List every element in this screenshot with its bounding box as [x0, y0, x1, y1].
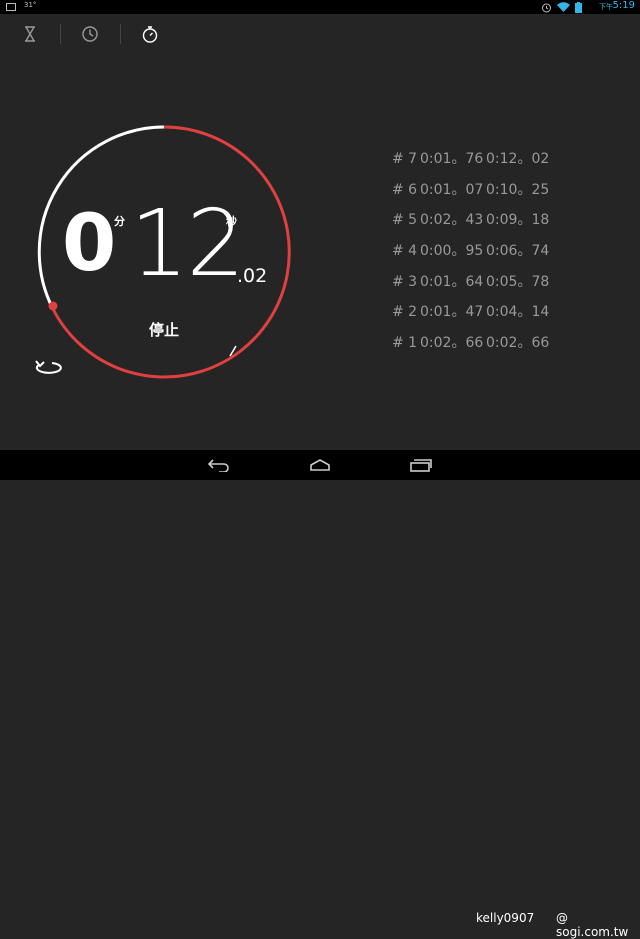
system-icons [541, 1, 582, 13]
lap-time: 0:01。07 [420, 181, 484, 198]
reset-button[interactable] [30, 356, 64, 380]
watermark-site: @ sogi.com.tw [556, 911, 629, 939]
image-notification-icon [6, 3, 16, 11]
ring-marker-dot [48, 301, 58, 311]
hourglass-icon [25, 26, 35, 42]
lap-number: # 3 [392, 273, 418, 290]
tab-clock[interactable] [70, 20, 110, 48]
back-button[interactable] [204, 455, 234, 475]
lap-total-time: 0:10。25 [486, 181, 550, 198]
stopwatch-icon [142, 25, 158, 43]
tab-stopwatch[interactable] [130, 20, 170, 48]
lap-total-time: 0:02。66 [486, 335, 550, 352]
minutes-value: 0 [62, 199, 117, 289]
lap-time: 0:01。76 [420, 151, 484, 167]
home-icon [310, 459, 330, 471]
lap-time: 0:01。47 [420, 304, 484, 321]
lap-number: # 5 [392, 212, 418, 229]
back-icon [207, 459, 229, 472]
stop-button[interactable]: 停止 [140, 318, 188, 342]
lap-number: # 6 [392, 181, 418, 198]
minutes-unit: 分 [114, 215, 125, 228]
tab-timer[interactable] [10, 20, 50, 48]
lap-number: # 7 [392, 151, 418, 167]
lap-total-time: 0:04。14 [486, 304, 550, 321]
lap-row: # 2 0:01。47 0:04。14 [392, 303, 549, 334]
seconds-unit: 秒 [226, 215, 237, 228]
lap-row: # 6 0:01。07 0:10。25 [392, 181, 549, 212]
battery-icon [575, 1, 582, 13]
lap-total-time: 0:06。74 [486, 243, 550, 260]
home-button[interactable] [305, 455, 335, 475]
lap-total-time: 0:05。78 [486, 273, 550, 290]
watermark-author: kelly0907 [476, 911, 535, 925]
clock-icon [82, 26, 98, 42]
lap-time: 0:01。64 [420, 273, 484, 290]
wifi-icon [557, 2, 570, 12]
ampm-indicator: 下午 [599, 3, 613, 11]
reset-icon [35, 360, 62, 374]
lap-time: 0:02。43 [420, 212, 484, 229]
lap-time: 0:00。95 [420, 243, 484, 260]
lap-row: # 3 0:01。64 0:05。78 [392, 273, 549, 304]
alarm-icon [542, 3, 551, 12]
recent-apps-button[interactable] [406, 455, 436, 475]
status-bar: 31° 下午 5:19 [0, 0, 640, 14]
tab-bar [0, 20, 200, 48]
hundredths-value: .02 [237, 265, 268, 287]
navigation-bar: kelly0907 @ sogi.com.tw [0, 450, 640, 939]
lap-number: # 4 [392, 243, 418, 260]
seconds-value: 12 [130, 190, 245, 297]
lap-list: # 7 0:01。76 0:12。02 # 6 0:01。07 0:10。25 # 50… [392, 150, 549, 365]
lap-number: # 2 [392, 304, 418, 321]
lap-row: # 5 0:02。43 0:09。18 [392, 211, 549, 242]
lap-total-time: 0:12。02 [486, 151, 550, 167]
lap-number: # 1 [392, 335, 418, 352]
tab-divider [120, 24, 121, 44]
status-clock: 5:19 [612, 0, 635, 11]
tab-divider [60, 24, 61, 44]
lap-time: 0:02。66 [420, 335, 484, 352]
lap-row: # 4 0:00。95 0:06。74 [392, 242, 549, 273]
lap-row: # 7 0:01。76 0:12。02 [392, 150, 549, 181]
lap-total-time: 0:09。18 [486, 212, 550, 229]
temperature-indicator: 31° [24, 1, 37, 9]
lap-row: # 1 0:02。66 0:02。66 [392, 334, 549, 365]
recent-apps-icon [410, 459, 432, 472]
